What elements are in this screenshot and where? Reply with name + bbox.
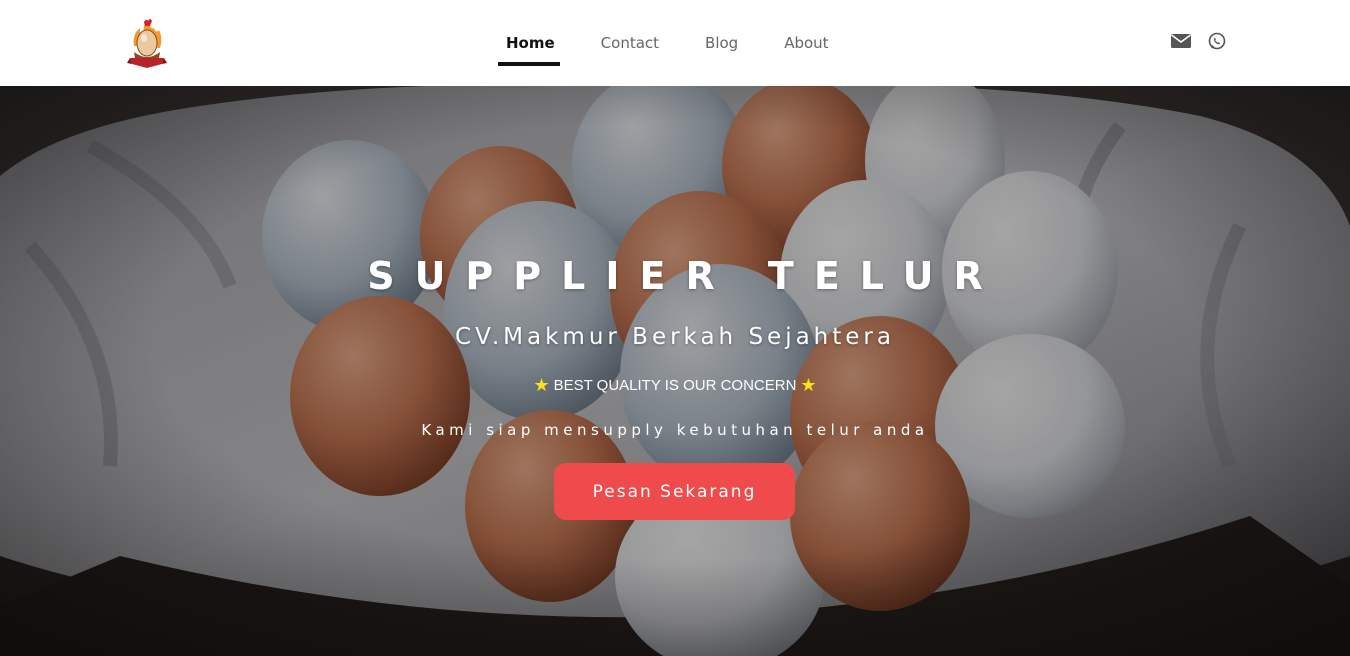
hero-section: SUPPLIER TELUR CV.Makmur Berkah Sejahter…	[0, 86, 1350, 656]
quality-tagline: ★ BEST QUALITY IS OUR CONCERN ★	[0, 376, 1350, 394]
nav-home[interactable]: Home	[498, 0, 563, 86]
star-icon: ★	[800, 375, 817, 395]
hero-subtitle: Kami siap mensupply kebutuhan telur anda	[421, 421, 929, 439]
nav-contact-label: Contact	[600, 33, 660, 52]
logo[interactable]	[126, 16, 168, 70]
tagline-text: BEST QUALITY IS OUR CONCERN	[553, 376, 797, 394]
egg-chicken-logo-icon	[127, 19, 167, 68]
hero-title: SUPPLIER TELUR	[367, 254, 1003, 298]
star-icon: ★	[533, 375, 550, 395]
nav-home-label: Home	[506, 33, 555, 52]
site-header: Home Contact Blog About	[0, 0, 1350, 86]
hero-content: SUPPLIER TELUR CV.Makmur Berkah Sejahter…	[0, 86, 1350, 656]
nav-blog[interactable]: Blog	[697, 0, 746, 86]
nav-about-label: About	[784, 33, 829, 52]
whatsapp-icon[interactable]	[1206, 31, 1228, 51]
nav-blog-label: Blog	[705, 33, 739, 52]
order-now-button[interactable]: Pesan Sekarang	[554, 463, 795, 520]
envelope-icon[interactable]	[1170, 31, 1192, 51]
nav-contact[interactable]: Contact	[593, 0, 667, 86]
main-nav: Home Contact Blog About	[498, 0, 867, 86]
header-contact-icons	[1170, 31, 1228, 51]
company-name: CV.Makmur Berkah Sejahtera	[455, 324, 895, 350]
nav-about[interactable]: About	[776, 0, 836, 86]
